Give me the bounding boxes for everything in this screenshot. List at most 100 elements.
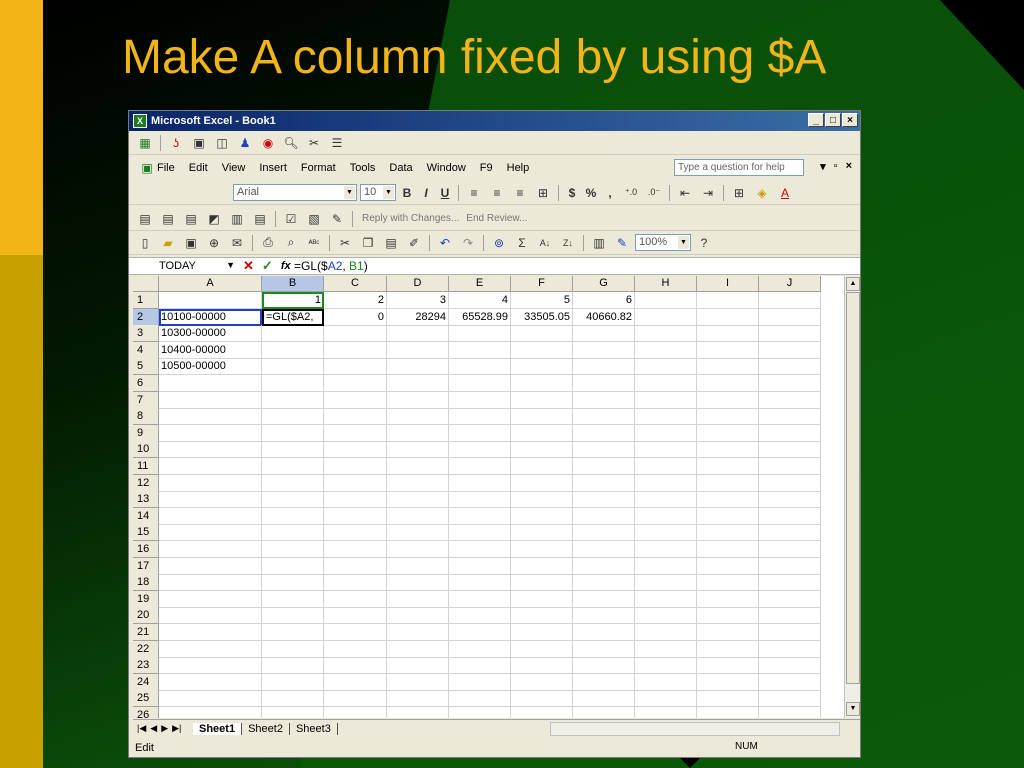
cell-e26[interactable] bbox=[449, 707, 511, 718]
menu-f9[interactable]: F9 bbox=[480, 162, 493, 174]
cell-c21[interactable] bbox=[324, 624, 387, 641]
cell-g6[interactable] bbox=[573, 375, 635, 392]
cell-e20[interactable] bbox=[449, 607, 511, 625]
cell-g25[interactable] bbox=[573, 690, 635, 708]
select-all-corner[interactable] bbox=[133, 276, 159, 292]
cell-g10[interactable] bbox=[573, 441, 635, 459]
menu-edit[interactable]: Edit bbox=[189, 162, 208, 174]
cell-f16[interactable] bbox=[511, 541, 573, 558]
cell-i10[interactable] bbox=[697, 441, 759, 459]
cell-i3[interactable] bbox=[697, 325, 759, 343]
row-header[interactable]: 26 bbox=[133, 707, 159, 718]
font-select[interactable]: Arial ▼ bbox=[233, 184, 357, 201]
cell-g3[interactable] bbox=[573, 325, 635, 343]
cell-c25[interactable] bbox=[324, 690, 387, 708]
cell-f13[interactable] bbox=[511, 491, 573, 509]
cell-e18[interactable] bbox=[449, 574, 511, 592]
tools-icon[interactable]: ✂ bbox=[304, 134, 324, 152]
doc-close-icon[interactable]: × bbox=[846, 160, 852, 173]
column-header-b[interactable]: B bbox=[262, 276, 324, 292]
spelling-icon[interactable]: ᴬᴮᶜ bbox=[304, 234, 324, 252]
cell-b23[interactable] bbox=[262, 657, 324, 675]
cell-j10[interactable] bbox=[759, 441, 821, 459]
cell-h6[interactable] bbox=[635, 375, 697, 392]
paste-icon[interactable]: ▤ bbox=[381, 234, 401, 252]
tab-sheet2[interactable]: Sheet2 bbox=[242, 722, 290, 735]
formula-input[interactable]: =GL($A2, B1) bbox=[294, 259, 368, 273]
cell-g7[interactable] bbox=[573, 391, 635, 409]
review-show-icon[interactable]: ▤ bbox=[250, 210, 270, 228]
sort-descending-icon[interactable]: Z↓ bbox=[558, 234, 578, 252]
decrease-indent-icon[interactable]: ⇤ bbox=[675, 184, 695, 202]
cell-i12[interactable] bbox=[697, 474, 759, 492]
cell-b1[interactable]: 1 bbox=[262, 292, 324, 309]
cell-a17[interactable] bbox=[159, 557, 262, 575]
cell-a20[interactable] bbox=[159, 607, 262, 625]
cell-c11[interactable] bbox=[324, 458, 387, 475]
cell-j6[interactable] bbox=[759, 375, 821, 392]
cell-b24[interactable] bbox=[262, 673, 324, 691]
close-button[interactable]: × bbox=[842, 113, 858, 127]
cell-b5[interactable] bbox=[262, 358, 324, 376]
doc-restore-icon[interactable]: ▫ bbox=[834, 160, 838, 173]
zoom-select[interactable]: 100% ▼ bbox=[635, 234, 691, 251]
cell-a3[interactable]: 10300-00000 bbox=[159, 325, 262, 343]
column-header-a[interactable]: A bbox=[159, 276, 262, 292]
cell-g5[interactable] bbox=[573, 358, 635, 376]
stop-icon[interactable]: ◉ bbox=[258, 134, 278, 152]
cell-a6[interactable] bbox=[159, 375, 262, 392]
review-chart-icon[interactable]: ◩ bbox=[204, 210, 224, 228]
row-header[interactable]: 24 bbox=[133, 673, 159, 691]
cell-f3[interactable] bbox=[511, 325, 573, 343]
tab-sheet3[interactable]: Sheet3 bbox=[290, 722, 338, 735]
help-search-input[interactable]: Type a question for help bbox=[674, 159, 804, 176]
cell-d25[interactable] bbox=[387, 690, 449, 708]
cell-f18[interactable] bbox=[511, 574, 573, 592]
name-box[interactable]: TODAY ▼ bbox=[129, 260, 239, 272]
cell-d26[interactable] bbox=[387, 707, 449, 718]
cell-b16[interactable] bbox=[262, 541, 324, 558]
row-header[interactable]: 21 bbox=[133, 624, 159, 641]
cell-e21[interactable] bbox=[449, 624, 511, 641]
worksheet-grid[interactable]: A B C D E F G H I J 1 1 2 3 4 5 6 2 10100-00000 =GL($A2, 0 28… bbox=[133, 276, 844, 718]
review-comment-icon[interactable]: ▥ bbox=[227, 210, 247, 228]
cell-c9[interactable] bbox=[324, 424, 387, 442]
cell-e3[interactable] bbox=[449, 325, 511, 343]
cell-c14[interactable] bbox=[324, 507, 387, 525]
fill-color-icon[interactable]: ◈ bbox=[752, 184, 772, 202]
increase-indent-icon[interactable]: ⇥ bbox=[698, 184, 718, 202]
column-header-e[interactable]: E bbox=[449, 276, 511, 292]
doc-minimize-icon[interactable]: ▾ bbox=[820, 160, 826, 173]
cell-e11[interactable] bbox=[449, 458, 511, 475]
autosum-icon[interactable]: Σ bbox=[512, 234, 532, 252]
cell-b3[interactable] bbox=[262, 325, 324, 343]
cell-a18[interactable] bbox=[159, 574, 262, 592]
italic-button[interactable]: I bbox=[418, 186, 434, 200]
cell-f22[interactable] bbox=[511, 640, 573, 658]
cell-f9[interactable] bbox=[511, 424, 573, 442]
scroll-thumb[interactable] bbox=[846, 292, 860, 684]
cell-g4[interactable] bbox=[573, 341, 635, 359]
cell-g23[interactable] bbox=[573, 657, 635, 675]
hyperlink-icon[interactable]: ⊚ bbox=[489, 234, 509, 252]
column-header-f[interactable]: F bbox=[511, 276, 573, 292]
cell-j3[interactable] bbox=[759, 325, 821, 343]
comma-button[interactable]: , bbox=[602, 186, 618, 200]
cell-a16[interactable] bbox=[159, 541, 262, 558]
cell-e9[interactable] bbox=[449, 424, 511, 442]
cell-h11[interactable] bbox=[635, 458, 697, 475]
insert-function-icon[interactable]: fx bbox=[281, 260, 291, 272]
column-header-d[interactable]: D bbox=[387, 276, 449, 292]
cell-b2[interactable]: =GL($A2, bbox=[262, 308, 324, 326]
share-icon[interactable]: ▧ bbox=[304, 210, 324, 228]
cell-c12[interactable] bbox=[324, 474, 387, 492]
row-header[interactable]: 20 bbox=[133, 607, 159, 625]
search-icon[interactable]: 🔍︎ bbox=[281, 134, 301, 152]
document-icon[interactable]: ▣ bbox=[137, 159, 157, 177]
cell-j17[interactable] bbox=[759, 557, 821, 575]
cell-e13[interactable] bbox=[449, 491, 511, 509]
cell-e23[interactable] bbox=[449, 657, 511, 675]
cell-a7[interactable] bbox=[159, 391, 262, 409]
cell-b8[interactable] bbox=[262, 408, 324, 426]
row-header[interactable]: 11 bbox=[133, 458, 159, 475]
